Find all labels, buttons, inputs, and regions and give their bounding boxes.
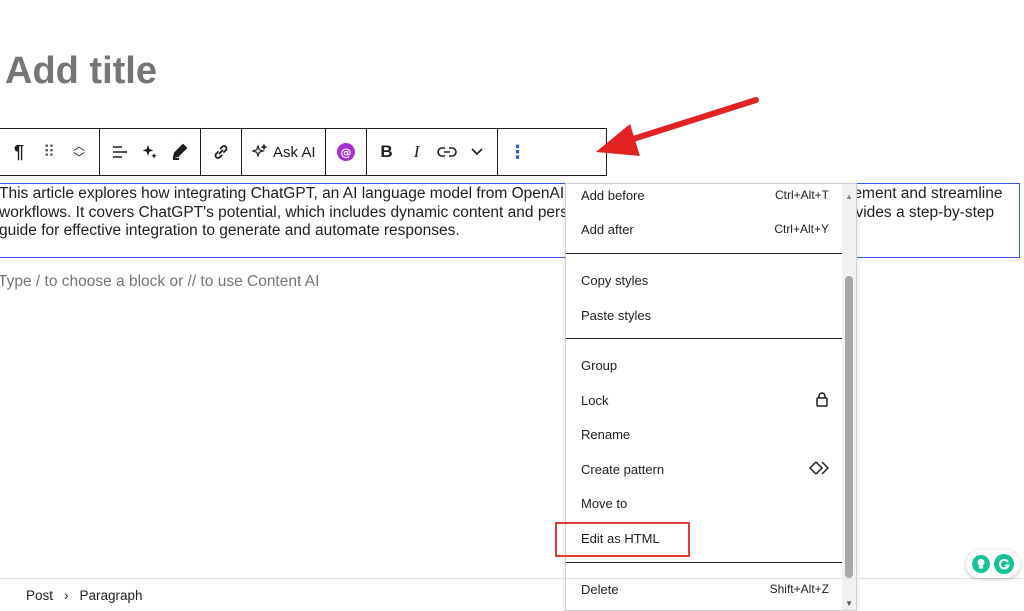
menu-item-shortcut: Ctrl+Alt+Y [774, 222, 829, 236]
drag-handle-icon[interactable]: ⠿ [34, 134, 64, 170]
grammarly-widget[interactable] [966, 550, 1020, 578]
toolbar-group-options: ⋮ [498, 129, 538, 175]
highlighter-icon[interactable] [165, 134, 195, 170]
menu-item-label: Add before [581, 187, 645, 203]
menu-item-label: Group [581, 357, 618, 373]
align-left-icon[interactable] [105, 134, 135, 170]
menu-item-label: Paste styles [581, 307, 652, 323]
ask-ai-button[interactable]: Ask AI [247, 134, 320, 170]
block-appender-placeholder[interactable]: Type / to choose a block or // to use Co… [0, 273, 319, 291]
pattern-icon [808, 460, 830, 478]
italic-button[interactable]: I [402, 134, 432, 170]
block-toolbar: ¶ ⠿ ︿ ﹀ Ask AI @ B I ⋮ [0, 128, 607, 176]
menu-item-label: Add after [581, 221, 634, 237]
menu-divider [566, 253, 844, 254]
red-arrow-annotation [590, 96, 762, 171]
move-block-buttons: ︿ ﹀ [64, 134, 94, 170]
breadcrumb-post[interactable]: Post [26, 588, 53, 603]
menu-item-rename[interactable]: Rename [581, 419, 829, 449]
breadcrumb-paragraph[interactable]: Paragraph [80, 588, 143, 603]
svg-text:@: @ [340, 146, 351, 159]
sparkle-icon[interactable] [135, 134, 165, 170]
menu-item-label: Lock [581, 392, 609, 408]
move-down-icon[interactable]: ﹀ [73, 152, 85, 164]
link-icon[interactable] [206, 134, 236, 170]
chevron-down-icon[interactable] [462, 134, 492, 170]
toolbar-group-ai: Ask AI [242, 129, 326, 175]
inline-link-icon[interactable] [432, 134, 462, 170]
menu-item-shortcut: Ctrl+Alt+T [774, 188, 829, 202]
red-highlight-annotation [555, 522, 690, 557]
breadcrumb-separator: › [64, 587, 69, 603]
page-title[interactable]: Add title [5, 50, 157, 93]
more-options-button[interactable]: ⋮ [503, 134, 533, 170]
menu-item-group[interactable]: Group [581, 350, 829, 380]
content-ai-icon[interactable]: @ [331, 134, 361, 170]
paragraph-block[interactable]: This article explores how integrating Ch… [0, 183, 1020, 258]
toolbar-group-block: ¶ ⠿ ︿ ﹀ [0, 129, 100, 175]
toolbar-group-content-ai: @ [326, 129, 367, 175]
toolbar-group-link [201, 129, 242, 175]
menu-item-create-pattern[interactable]: Create pattern [581, 454, 830, 484]
ai-sparkle-icon [251, 143, 268, 158]
ask-ai-label: Ask AI [273, 143, 316, 161]
menu-item-label: Rename [581, 426, 631, 442]
menu-scrollbar[interactable]: ▲ ▼ [842, 184, 856, 610]
toolbar-group-align [100, 129, 201, 175]
paragraph-block-icon[interactable]: ¶ [4, 134, 34, 170]
menu-divider [566, 338, 844, 339]
bold-button[interactable]: B [372, 134, 402, 170]
lightbulb-icon[interactable] [972, 555, 990, 573]
menu-item-label: Move to [581, 495, 628, 511]
menu-item-label: Create pattern [581, 461, 665, 477]
menu-divider [566, 562, 844, 563]
menu-item-label: Copy styles [581, 272, 649, 288]
menu-item-copy-styles[interactable]: Copy styles [581, 265, 829, 295]
menu-item-lock[interactable]: Lock [581, 385, 829, 415]
toolbar-group-format: B I [367, 129, 498, 175]
lock-icon [815, 391, 829, 410]
breadcrumb: Post › Paragraph [0, 578, 1024, 611]
scroll-up-icon[interactable]: ▲ [845, 192, 853, 201]
menu-item-move-to[interactable]: Move to [581, 488, 829, 518]
menu-item-add-before[interactable]: Add before Ctrl+Alt+T [581, 184, 829, 210]
scrollbar-thumb[interactable] [845, 276, 853, 578]
menu-item-add-after[interactable]: Add after Ctrl+Alt+Y [581, 214, 829, 244]
grammarly-icon[interactable] [994, 554, 1014, 574]
menu-item-paste-styles[interactable]: Paste styles [581, 300, 829, 330]
